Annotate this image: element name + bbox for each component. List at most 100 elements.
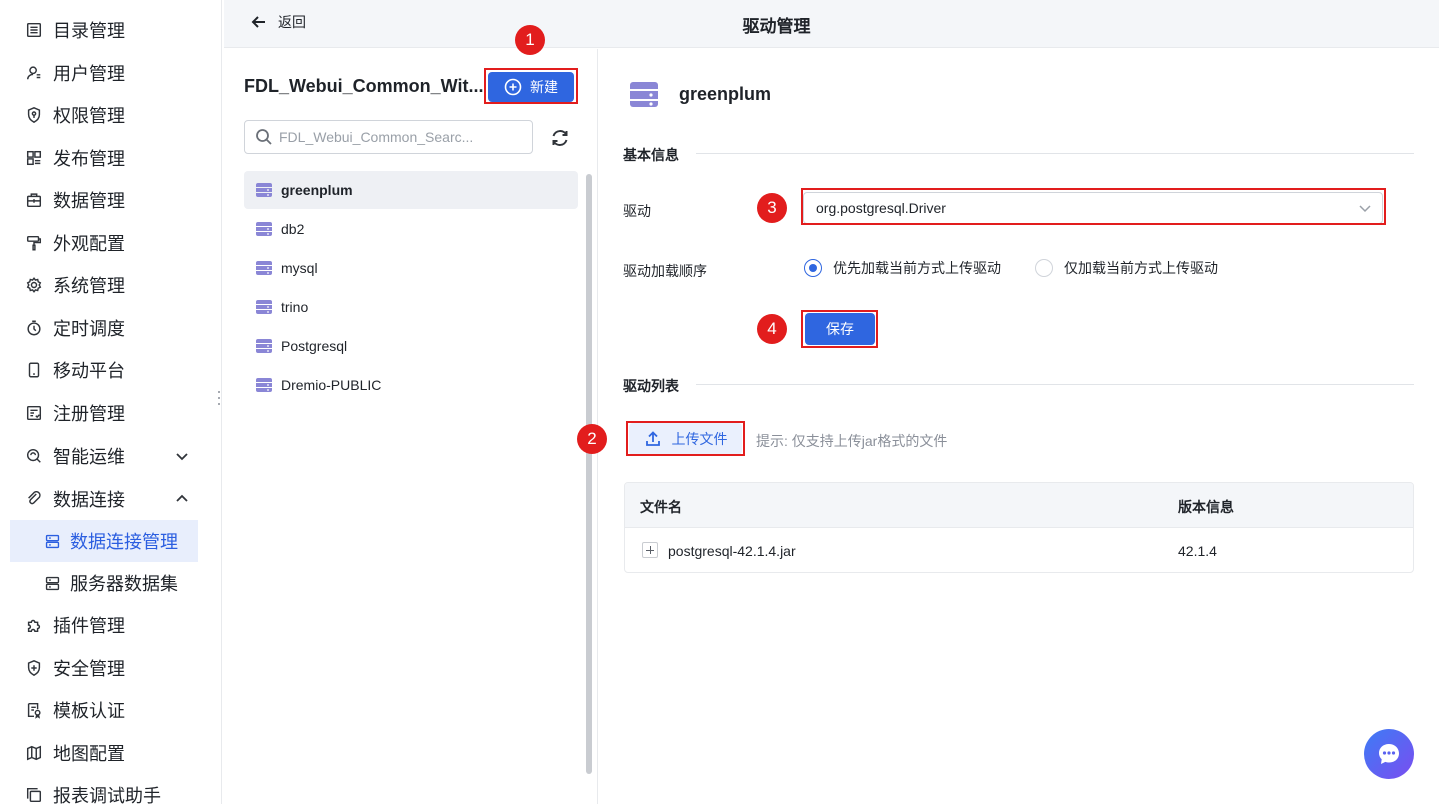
search-input[interactable] [279, 129, 519, 145]
nav-item-report-debug[interactable]: 报表调试助手 [0, 778, 222, 804]
nav-item-ops[interactable]: 智能运维 [0, 439, 222, 473]
server-icon [42, 531, 62, 551]
paint-roller-icon [24, 233, 44, 253]
table-header: 文件名 版本信息 [625, 483, 1413, 528]
nav-sub-label: 服务器数据集 [70, 574, 178, 594]
gear-icon [24, 275, 44, 295]
certificate-icon [24, 700, 44, 720]
nav-item-register[interactable]: 注册管理 [0, 396, 222, 430]
save-button[interactable]: 保存 [805, 313, 875, 345]
server-icon [42, 573, 62, 593]
nav-item-catalog[interactable]: 目录管理 [0, 13, 222, 47]
driver-select[interactable]: org.postgresql.Driver [803, 192, 1383, 224]
page-header: 返回 驱动管理 [224, 0, 1439, 48]
upload-icon [645, 431, 660, 446]
nav-item-security[interactable]: 安全管理 [0, 651, 222, 685]
connection-name: Dremio-PUBLIC [281, 377, 382, 393]
nav-item-label: 移动平台 [53, 361, 125, 381]
connection-name: greenplum [281, 182, 353, 198]
publish-icon [24, 148, 44, 168]
expand-row-icon[interactable] [642, 542, 658, 558]
nav-item-mobile[interactable]: 移动平台 [0, 353, 222, 387]
annotation-badge: 3 [757, 193, 787, 223]
nav-sub-label: 数据连接管理 [70, 532, 178, 552]
database-icon [256, 300, 272, 314]
list-icon [24, 20, 44, 40]
link-icon [24, 489, 44, 509]
nav-item-label: 发布管理 [53, 149, 125, 169]
driver-detail-panel: greenplum 基本信息 驱动 org.postgresql.Driver … [599, 49, 1439, 804]
upload-file-button[interactable]: 上传文件 [629, 423, 742, 455]
upload-button-label: 上传文件 [671, 431, 728, 447]
connection-list-item[interactable]: Dremio-PUBLIC [244, 366, 578, 404]
connection-list-item[interactable]: Postgresql [244, 327, 578, 365]
chevron-down-icon [1358, 201, 1372, 215]
nav-item-plugins[interactable]: 插件管理 [0, 608, 222, 642]
radio-only-uploaded[interactable]: 仅加载当前方式上传驱动 [1035, 258, 1218, 278]
nav-item-schedule[interactable]: 定时调度 [0, 311, 222, 345]
list-scrollbar[interactable] [586, 174, 592, 774]
nav-item-label: 模板认证 [53, 701, 125, 721]
section-divider [696, 153, 1414, 154]
column-header-filename: 文件名 [640, 499, 682, 515]
user-icon [24, 63, 44, 83]
connection-list-item[interactable]: mysql [244, 249, 578, 287]
cell-filename: postgresql-42.1.4.jar [668, 543, 796, 559]
nav-item-label: 目录管理 [53, 21, 125, 41]
nav-item-publish[interactable]: 发布管理 [0, 141, 222, 175]
database-icon [256, 339, 272, 353]
ops-icon [24, 446, 44, 466]
nav-item-appearance[interactable]: 外观配置 [0, 226, 222, 260]
search-icon [256, 129, 272, 145]
register-icon [24, 403, 44, 423]
stopwatch-icon [24, 318, 44, 338]
puzzle-icon [24, 615, 44, 635]
nav-item-permissions[interactable]: 权限管理 [0, 98, 222, 132]
section-basic-info: 基本信息 [623, 147, 679, 163]
briefcase-icon [24, 190, 44, 210]
page-title: 驱动管理 [742, 17, 811, 36]
annotation-badge: 2 [577, 424, 607, 454]
nav-item-data[interactable]: 数据管理 [0, 183, 222, 217]
nav-item-template-auth[interactable]: 模板认证 [0, 693, 222, 727]
radio-label: 仅加载当前方式上传驱动 [1064, 260, 1218, 276]
load-order-label: 驱动加载顺序 [623, 263, 707, 279]
upload-tip: 提示: 仅支持上传jar格式的文件 [756, 433, 948, 449]
nav-item-label: 插件管理 [53, 616, 125, 636]
new-button-label: 新建 [530, 79, 558, 95]
connection-list-item[interactable]: db2 [244, 210, 578, 248]
chevron-up-icon[interactable] [174, 491, 190, 507]
radio-prefer-uploaded[interactable]: 优先加载当前方式上传驱动 [804, 258, 1001, 278]
chat-bubble-icon [1379, 744, 1399, 764]
nav-item-map[interactable]: 地图配置 [0, 736, 222, 770]
driver-name: greenplum [679, 84, 772, 104]
table-row[interactable]: postgresql-42.1.4.jar 42.1.4 [625, 528, 1413, 572]
nav-item-label: 数据连接 [53, 490, 125, 510]
nav-item-users[interactable]: 用户管理 [0, 56, 222, 90]
mobile-icon [24, 360, 44, 380]
connection-list-item[interactable]: trino [244, 288, 578, 326]
new-button[interactable]: 新建 [488, 72, 574, 102]
database-icon [256, 222, 272, 236]
nav-item-label: 地图配置 [53, 744, 125, 764]
database-icon [256, 378, 272, 392]
section-divider [696, 384, 1414, 385]
shield-plus-icon [24, 658, 44, 678]
chevron-down-icon[interactable] [174, 448, 190, 464]
nav-sub-server-dataset[interactable]: 服务器数据集 [10, 562, 198, 604]
list-panel-title: FDL_Webui_Common_Wit... [244, 76, 484, 96]
nav-sub-data-connection-management[interactable]: 数据连接管理 [10, 520, 198, 562]
copy-icon [24, 785, 44, 804]
database-icon [256, 183, 272, 197]
connection-list-item[interactable]: greenplum [244, 171, 578, 209]
nav-item-label: 系统管理 [53, 276, 125, 296]
radio-dot [804, 259, 822, 277]
nav-item-label: 定时调度 [53, 319, 125, 339]
nav-item-label: 智能运维 [53, 447, 125, 467]
nav-item-system[interactable]: 系统管理 [0, 268, 222, 302]
refresh-icon[interactable] [549, 127, 571, 149]
nav-item-data-connection[interactable]: 数据连接 [0, 482, 222, 516]
annotation-badge: 4 [757, 314, 787, 344]
chat-assistant-button[interactable] [1364, 729, 1414, 779]
cell-version: 42.1.4 [1178, 543, 1217, 559]
